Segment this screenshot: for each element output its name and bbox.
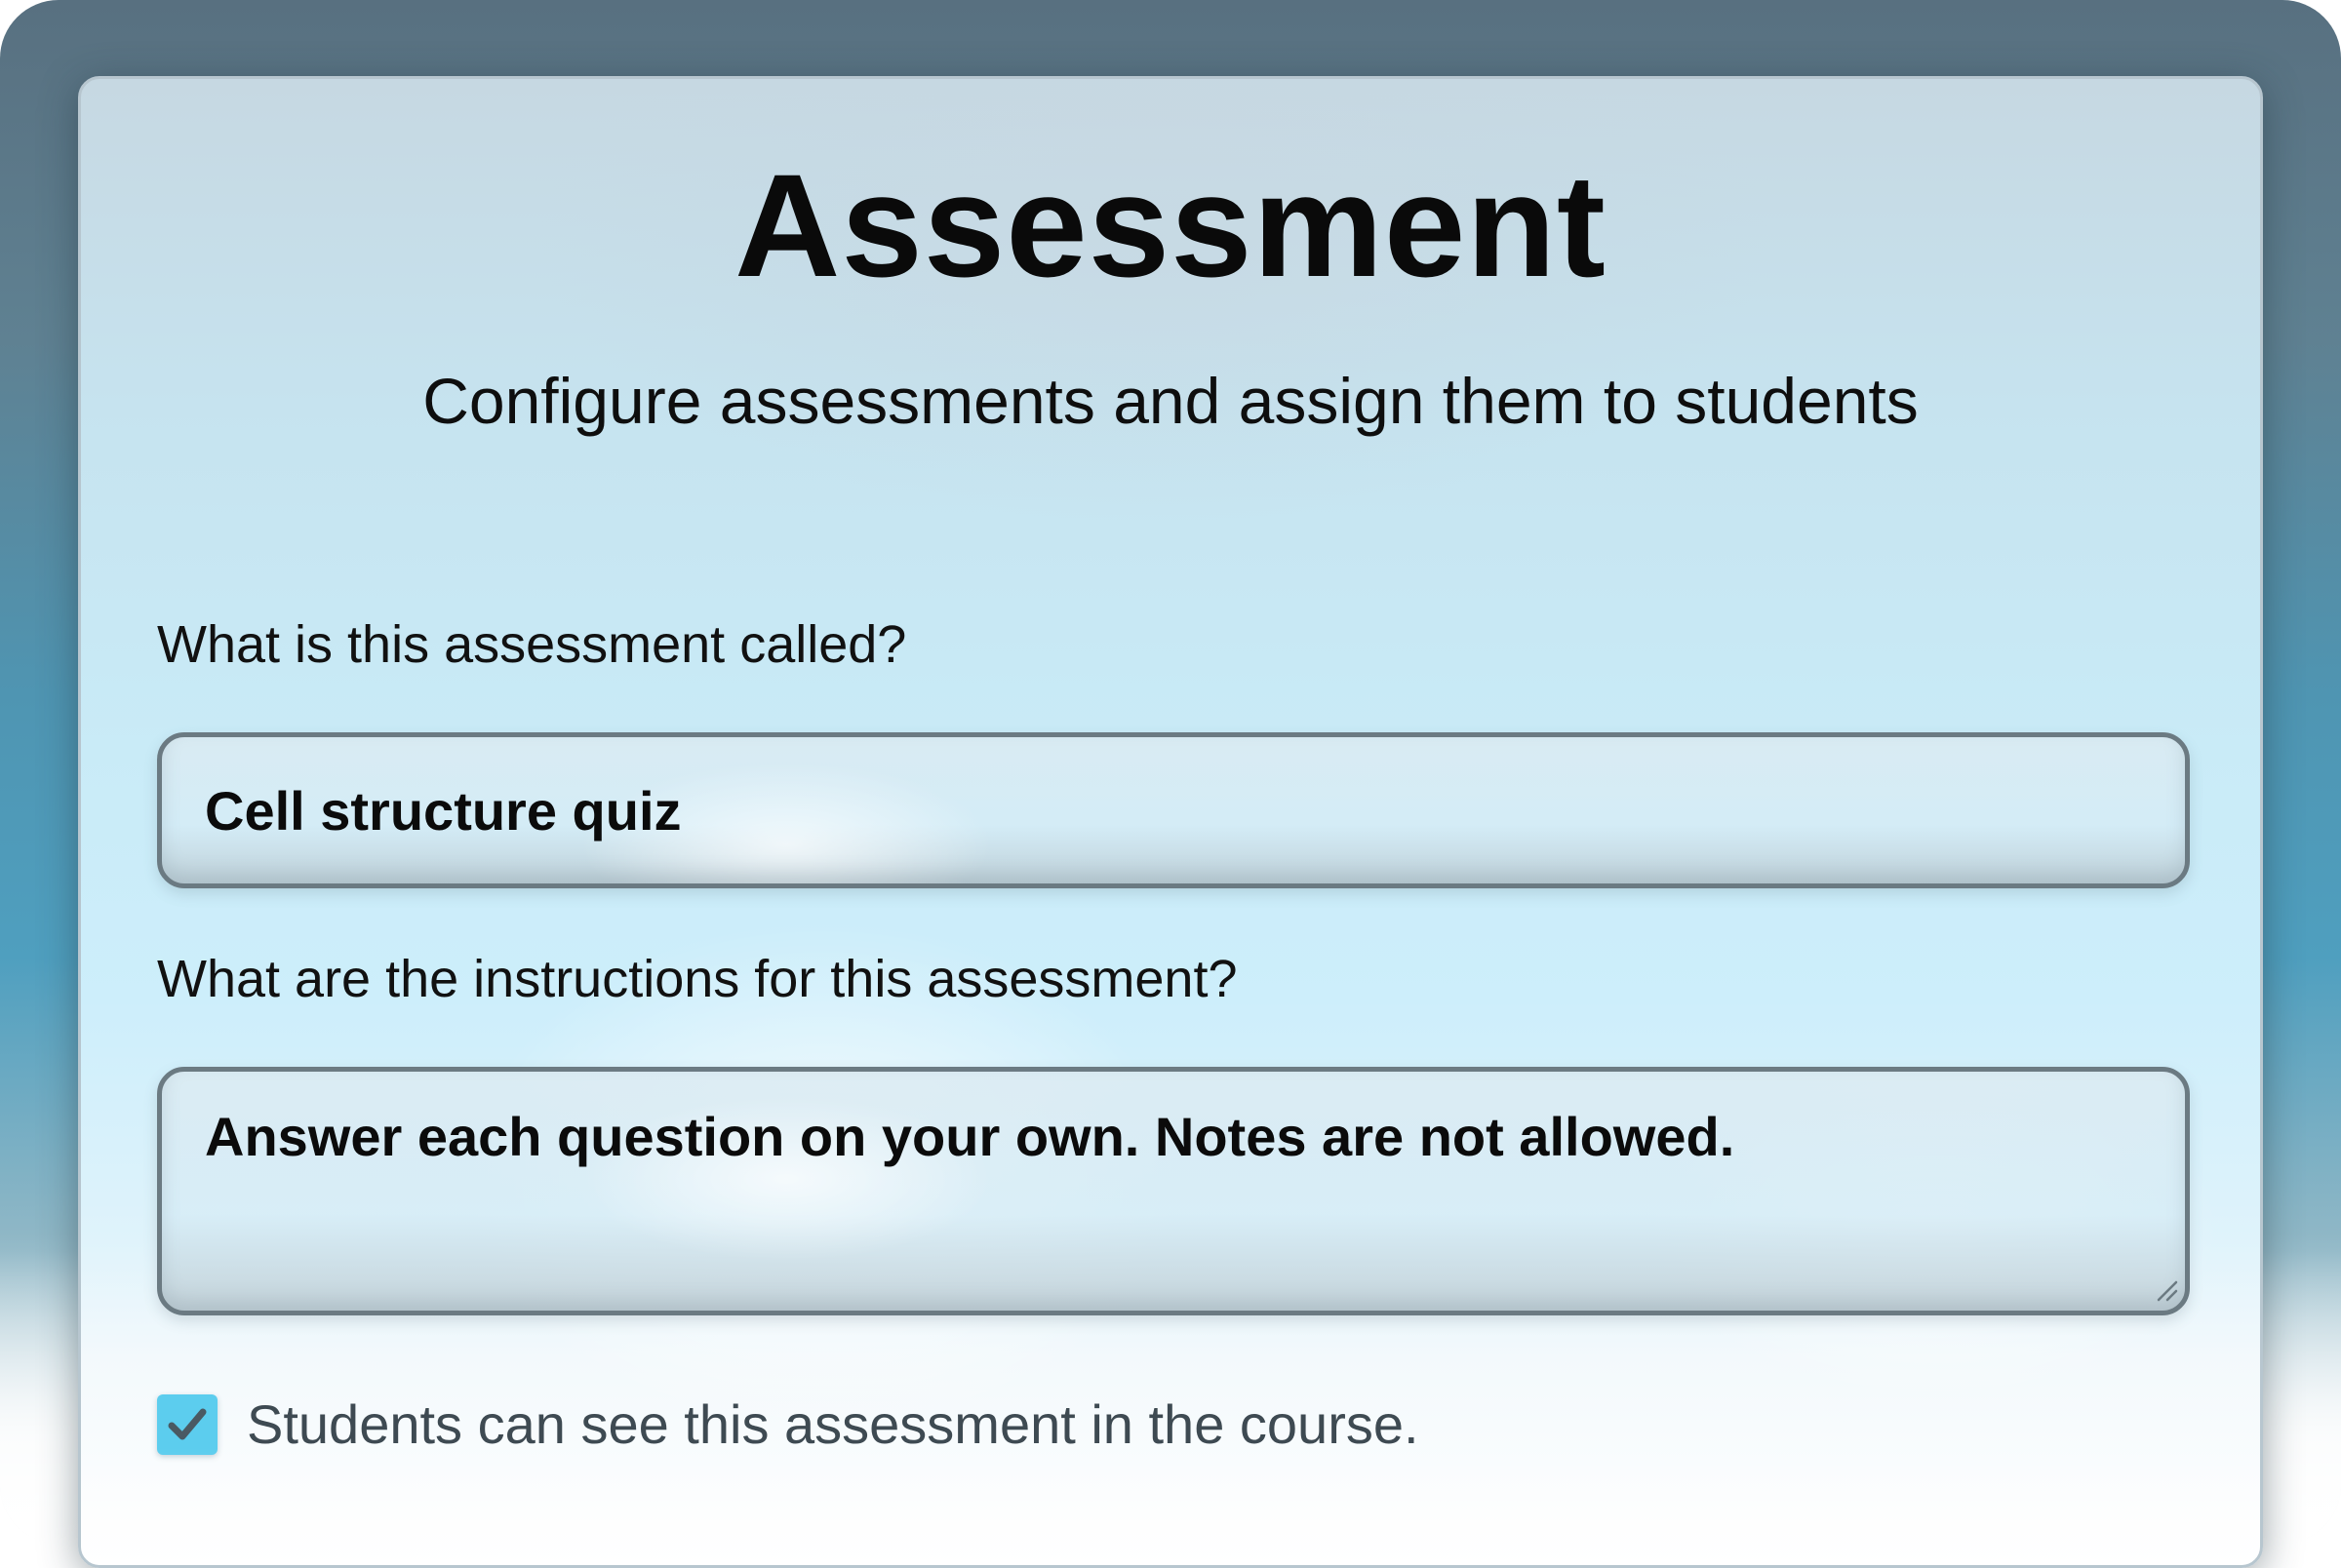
availability-start-label: When does this assessment become bbox=[157, 1553, 1050, 1565]
visibility-option[interactable]: Students can see this assessment in the … bbox=[157, 1391, 1419, 1459]
assessment-name-label: What is this assessment called? bbox=[157, 615, 907, 674]
bottom-fade-overlay bbox=[81, 1448, 2260, 1565]
assessment-name-input[interactable] bbox=[157, 732, 2190, 888]
page-subtitle: Configure assessments and assign them to… bbox=[422, 365, 1919, 437]
resize-grip-icon[interactable] bbox=[2155, 1278, 2178, 1302]
assessment-instructions-label: What are the instructions for this asses… bbox=[157, 950, 1238, 1008]
assessment-form-card: Assessment Configure assessments and ass… bbox=[78, 76, 2263, 1568]
visibility-checkbox[interactable] bbox=[157, 1394, 218, 1455]
availability-end-label: When does this assessment become bbox=[1208, 1553, 2100, 1565]
visibility-checkbox-label: Students can see this assessment in the … bbox=[247, 1393, 1419, 1455]
check-icon bbox=[168, 1408, 207, 1440]
page-title: Assessment bbox=[734, 143, 1607, 307]
assessment-instructions-textarea[interactable]: Answer each question on your own. Notes … bbox=[157, 1067, 2190, 1315]
